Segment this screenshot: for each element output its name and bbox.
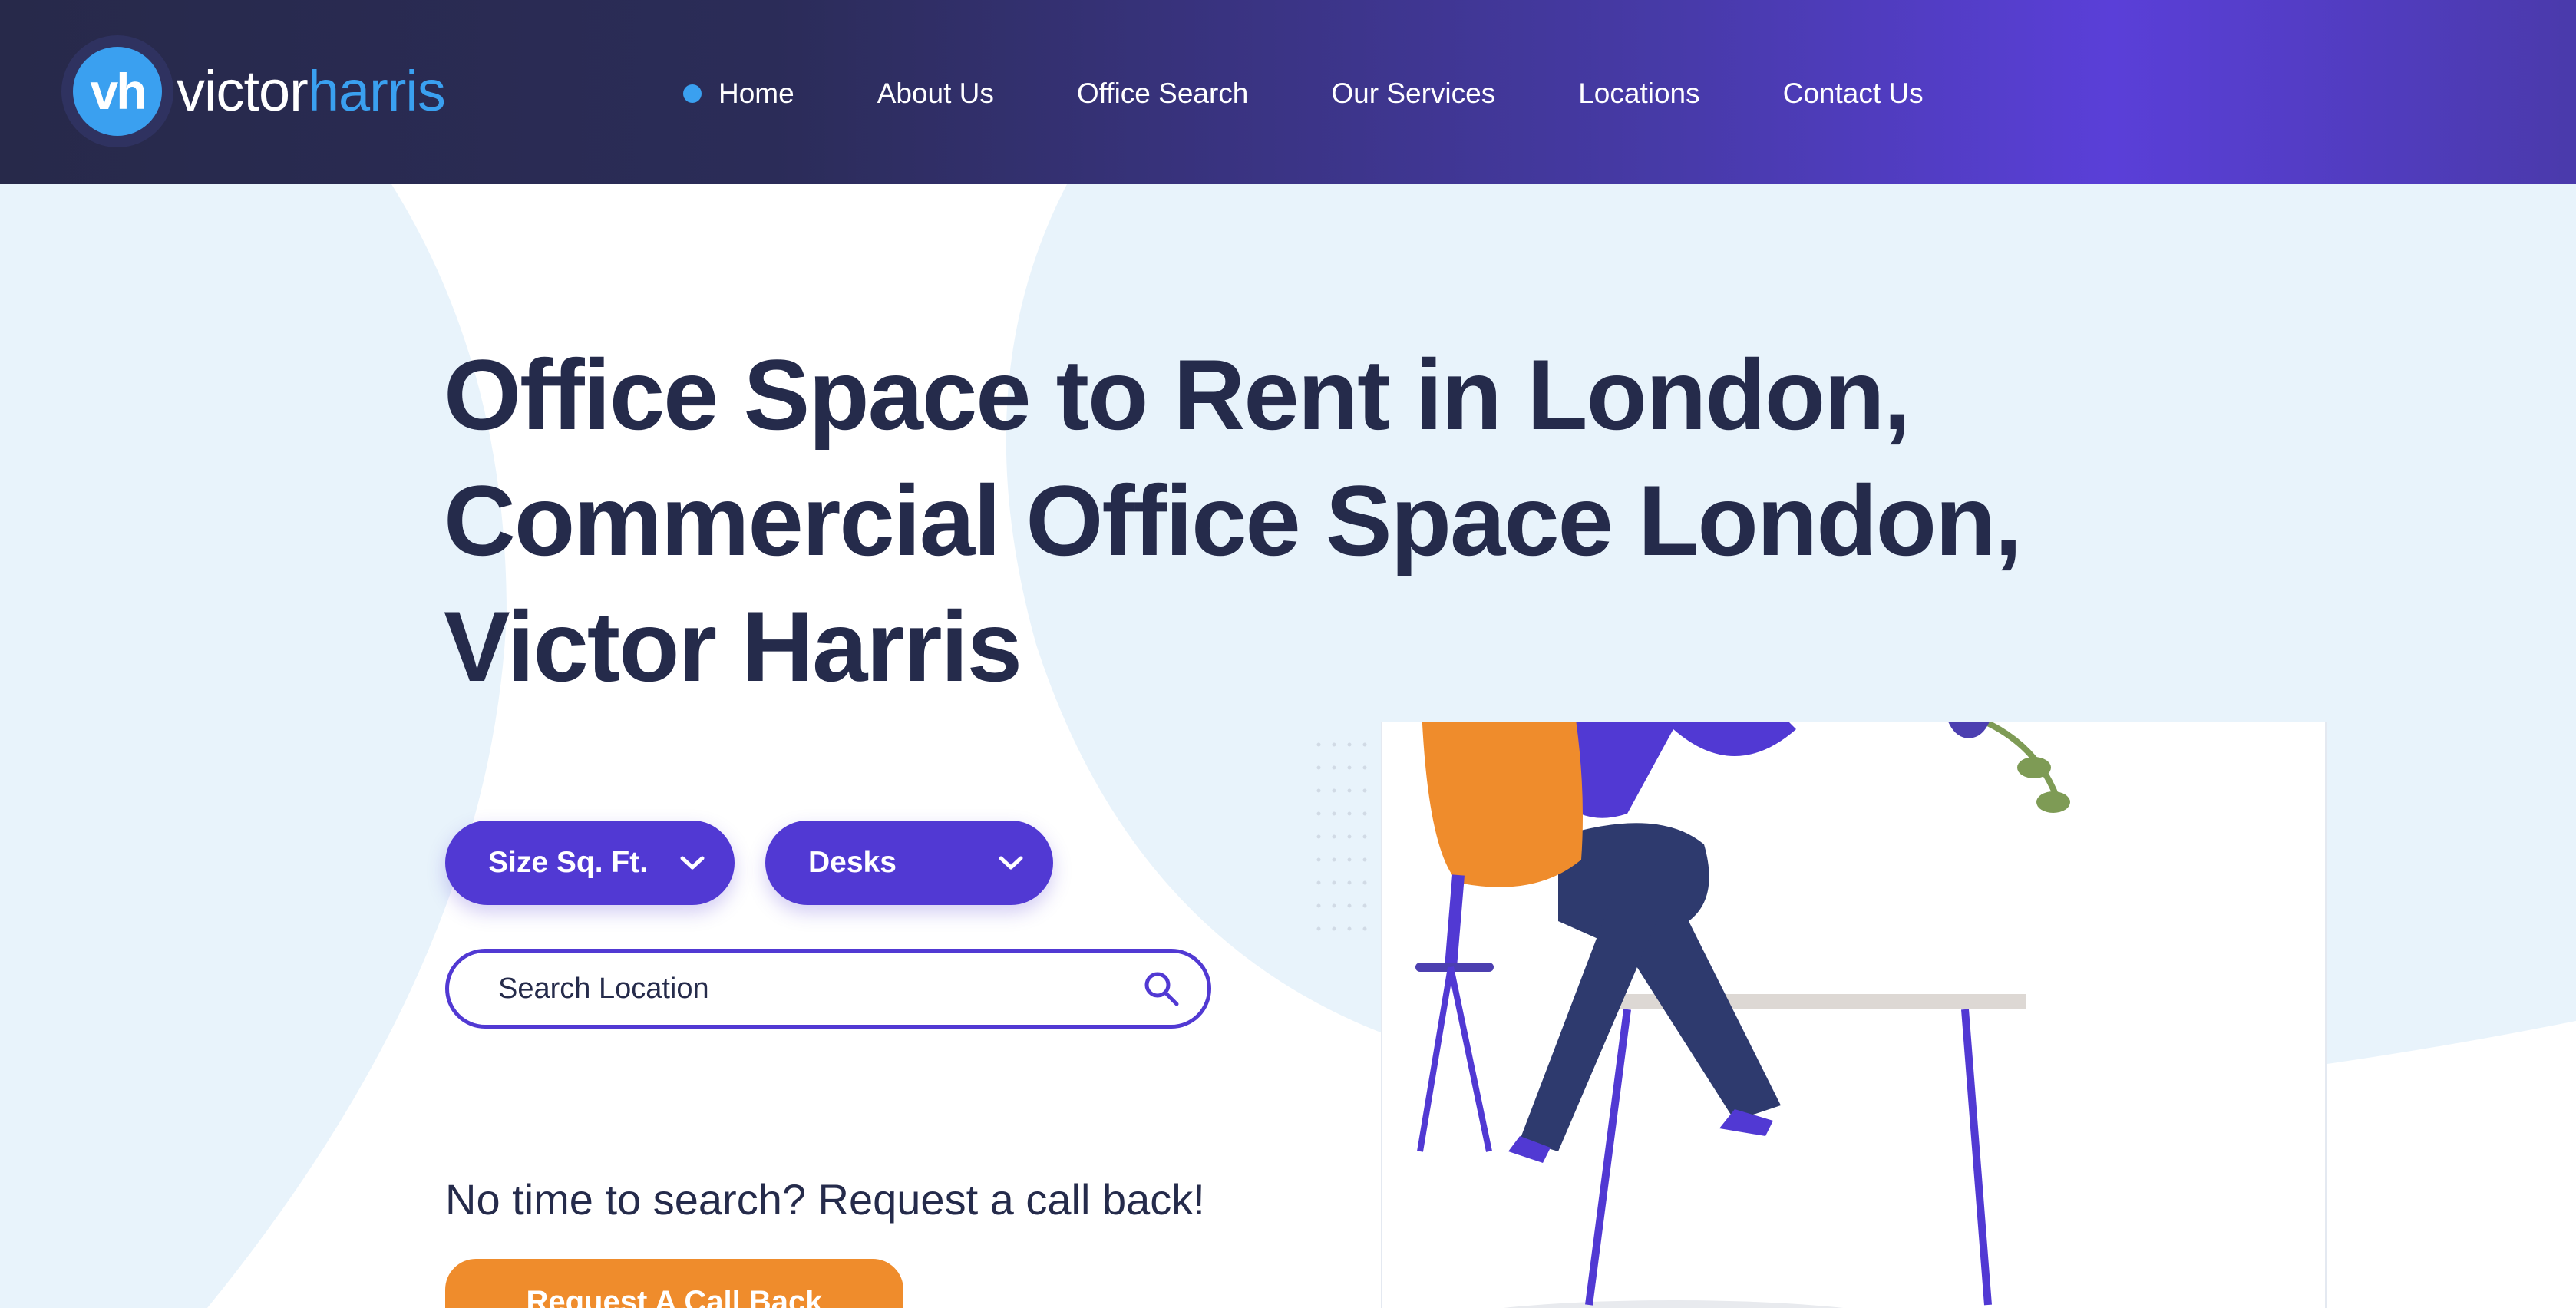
chevron-down-icon [999, 856, 1023, 870]
nav-locations[interactable]: Locations [1578, 78, 1699, 110]
desks-label: Desks [808, 846, 897, 879]
hero-section: Office Space to Rent in London, Commerci… [0, 184, 2576, 1308]
nav-about-us[interactable]: About Us [877, 78, 994, 110]
office-worker-illustration [1316, 722, 2327, 1308]
nav-our-services-label: Our Services [1331, 78, 1496, 109]
nav-contact-us-label: Contact Us [1782, 78, 1924, 109]
nav-home[interactable]: Home [683, 78, 794, 110]
headline-line-3: Victor Harris [444, 590, 1022, 702]
main-nav: Home About Us Office Search Our Services… [683, 74, 2006, 114]
logo-wordmark: victorharris [177, 63, 446, 120]
headline-line-1: Office Space to Rent in London, [444, 339, 1911, 451]
logo-badge: vh [61, 35, 173, 147]
headline-line-2: Commercial Office Space London, [444, 464, 2023, 576]
nav-our-services[interactable]: Our Services [1331, 78, 1495, 110]
nav-home-label: Home [718, 78, 794, 109]
logo-mark: vh [73, 47, 162, 136]
active-indicator-dot [683, 84, 702, 103]
location-search-bar [445, 949, 1211, 1029]
logo[interactable]: vh victorharris [61, 34, 446, 149]
size-sqft-dropdown[interactable]: Size Sq. Ft. [445, 821, 735, 905]
search-icon[interactable] [1141, 969, 1181, 1009]
chevron-down-icon [680, 856, 705, 870]
logo-word-harris: harris [307, 59, 446, 123]
header: vh victorharris Home About Us Office Sea… [0, 0, 2576, 184]
logo-word-victor: victor [177, 59, 309, 123]
nav-office-search[interactable]: Office Search [1077, 78, 1248, 110]
nav-contact-us[interactable]: Contact Us [1783, 78, 1924, 110]
request-call-back-button[interactable]: Request A Call Back [445, 1259, 903, 1308]
page-headline: Office Space to Rent in London, Commerci… [444, 332, 2056, 709]
nav-about-us-label: About Us [877, 78, 994, 109]
size-sqft-label: Size Sq. Ft. [488, 846, 649, 879]
desks-dropdown[interactable]: Desks [765, 821, 1053, 905]
search-location-input[interactable] [497, 971, 1141, 1006]
nav-locations-label: Locations [1578, 78, 1700, 109]
callback-prompt: No time to search? Request a call back! [445, 1175, 1205, 1224]
nav-office-search-label: Office Search [1076, 78, 1249, 109]
